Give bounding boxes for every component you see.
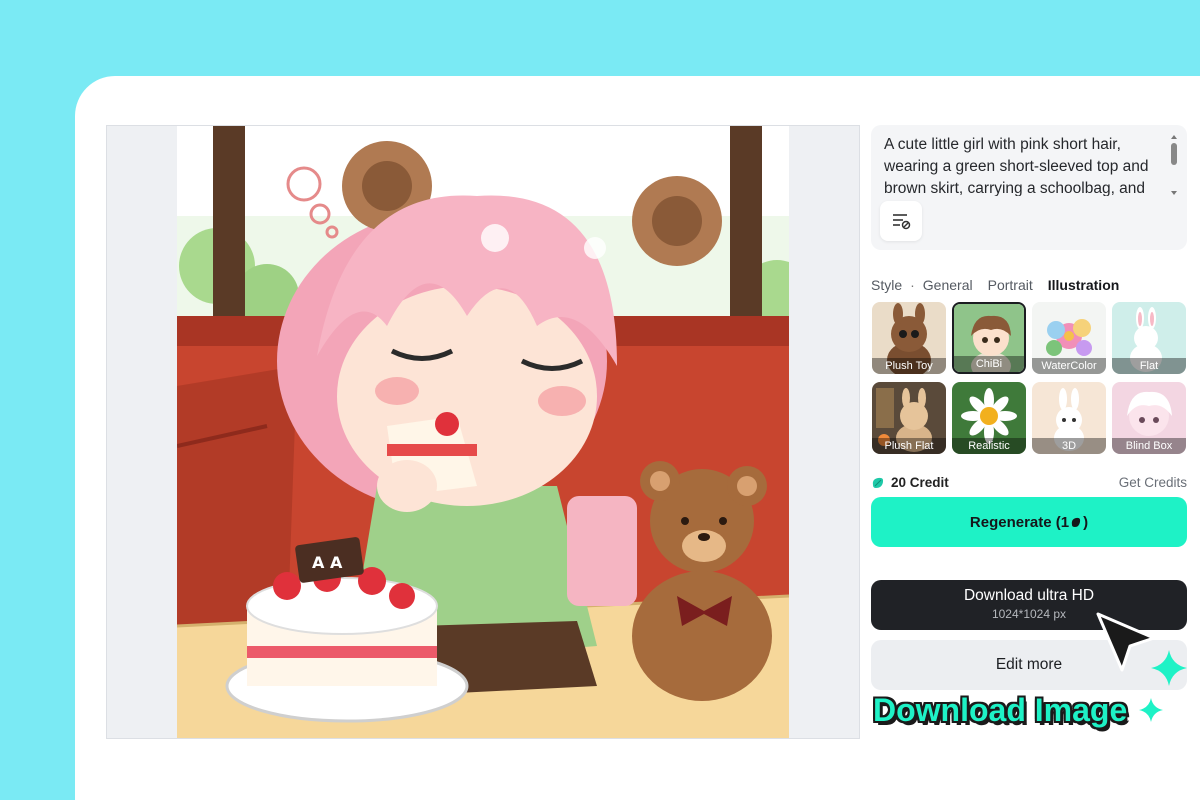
style-label-chibi: ChiBi (954, 356, 1024, 372)
prompt-scrollbar[interactable] (1171, 135, 1177, 195)
prompt-box[interactable]: A cute little girl with pink short hair,… (871, 125, 1187, 250)
style-3d[interactable]: 3D (1032, 382, 1106, 454)
style-label-3d: 3D (1032, 438, 1106, 454)
style-blind-box[interactable]: Blind Box (1112, 382, 1186, 454)
style-label-realistic: Realistic (952, 438, 1026, 454)
style-label-plush-flat: Plush Flat (872, 438, 946, 454)
generated-image[interactable]: A A (177, 126, 789, 738)
prompt-settings-icon (893, 214, 911, 230)
edit-more-label: Edit more (995, 656, 1063, 673)
download-image-callout: Download Image (873, 692, 1128, 728)
style-label: Style (871, 277, 903, 293)
prompt-text[interactable]: A cute little girl with pink short hair,… (884, 134, 1164, 196)
image-preview: A A (106, 125, 860, 739)
prompt-settings-button[interactable] (880, 201, 922, 241)
credit-row: 20 Credit Get Credits (871, 474, 1187, 492)
download-title: Download ultra HD (963, 587, 1095, 604)
style-label-flat: Flat (1112, 358, 1186, 374)
credit-bean-icon (872, 477, 884, 488)
style-label-plush-toy: Plush Toy (872, 358, 946, 374)
style-label-blind-box: Blind Box (1112, 438, 1186, 454)
sparkle-icon (1151, 650, 1187, 686)
cake-plaque-text: A A (312, 553, 343, 572)
style-separator: · (910, 277, 915, 293)
style-plush-flat[interactable]: Plush Flat (872, 382, 946, 454)
regenerate-label-suffix: ) (1083, 513, 1089, 531)
regenerate-button[interactable]: Regenerate (1 ) (871, 497, 1187, 547)
regenerate-label: Regenerate (1 (969, 513, 1070, 531)
sparkle-icon (1139, 698, 1163, 722)
style-label-watercolor: WaterColor (1032, 358, 1106, 374)
tab-general[interactable]: General (923, 277, 973, 293)
style-flat[interactable]: Flat (1112, 302, 1186, 374)
scroll-up-icon[interactable] (1171, 135, 1177, 139)
get-credits-link[interactable]: Get Credits (1119, 475, 1187, 490)
style-plush-toy[interactable]: Plush Toy (872, 302, 946, 374)
tab-portrait[interactable]: Portrait (988, 277, 1033, 293)
scroll-thumb[interactable] (1171, 143, 1177, 165)
credit-balance: 20 Credit (891, 475, 949, 490)
style-thumbnails: Plush Toy ChiBi WaterColor Flat Plush Fl… (871, 302, 1200, 454)
style-chibi[interactable]: ChiBi (952, 302, 1026, 374)
style-watercolor[interactable]: WaterColor (1032, 302, 1106, 374)
credit-bean-icon (1071, 517, 1081, 527)
style-realistic[interactable]: Realistic (952, 382, 1026, 454)
style-tabs: Style · General Portrait Illustration (871, 277, 1134, 293)
tab-illustration[interactable]: Illustration (1048, 277, 1120, 293)
scroll-down-icon[interactable] (1171, 191, 1177, 195)
